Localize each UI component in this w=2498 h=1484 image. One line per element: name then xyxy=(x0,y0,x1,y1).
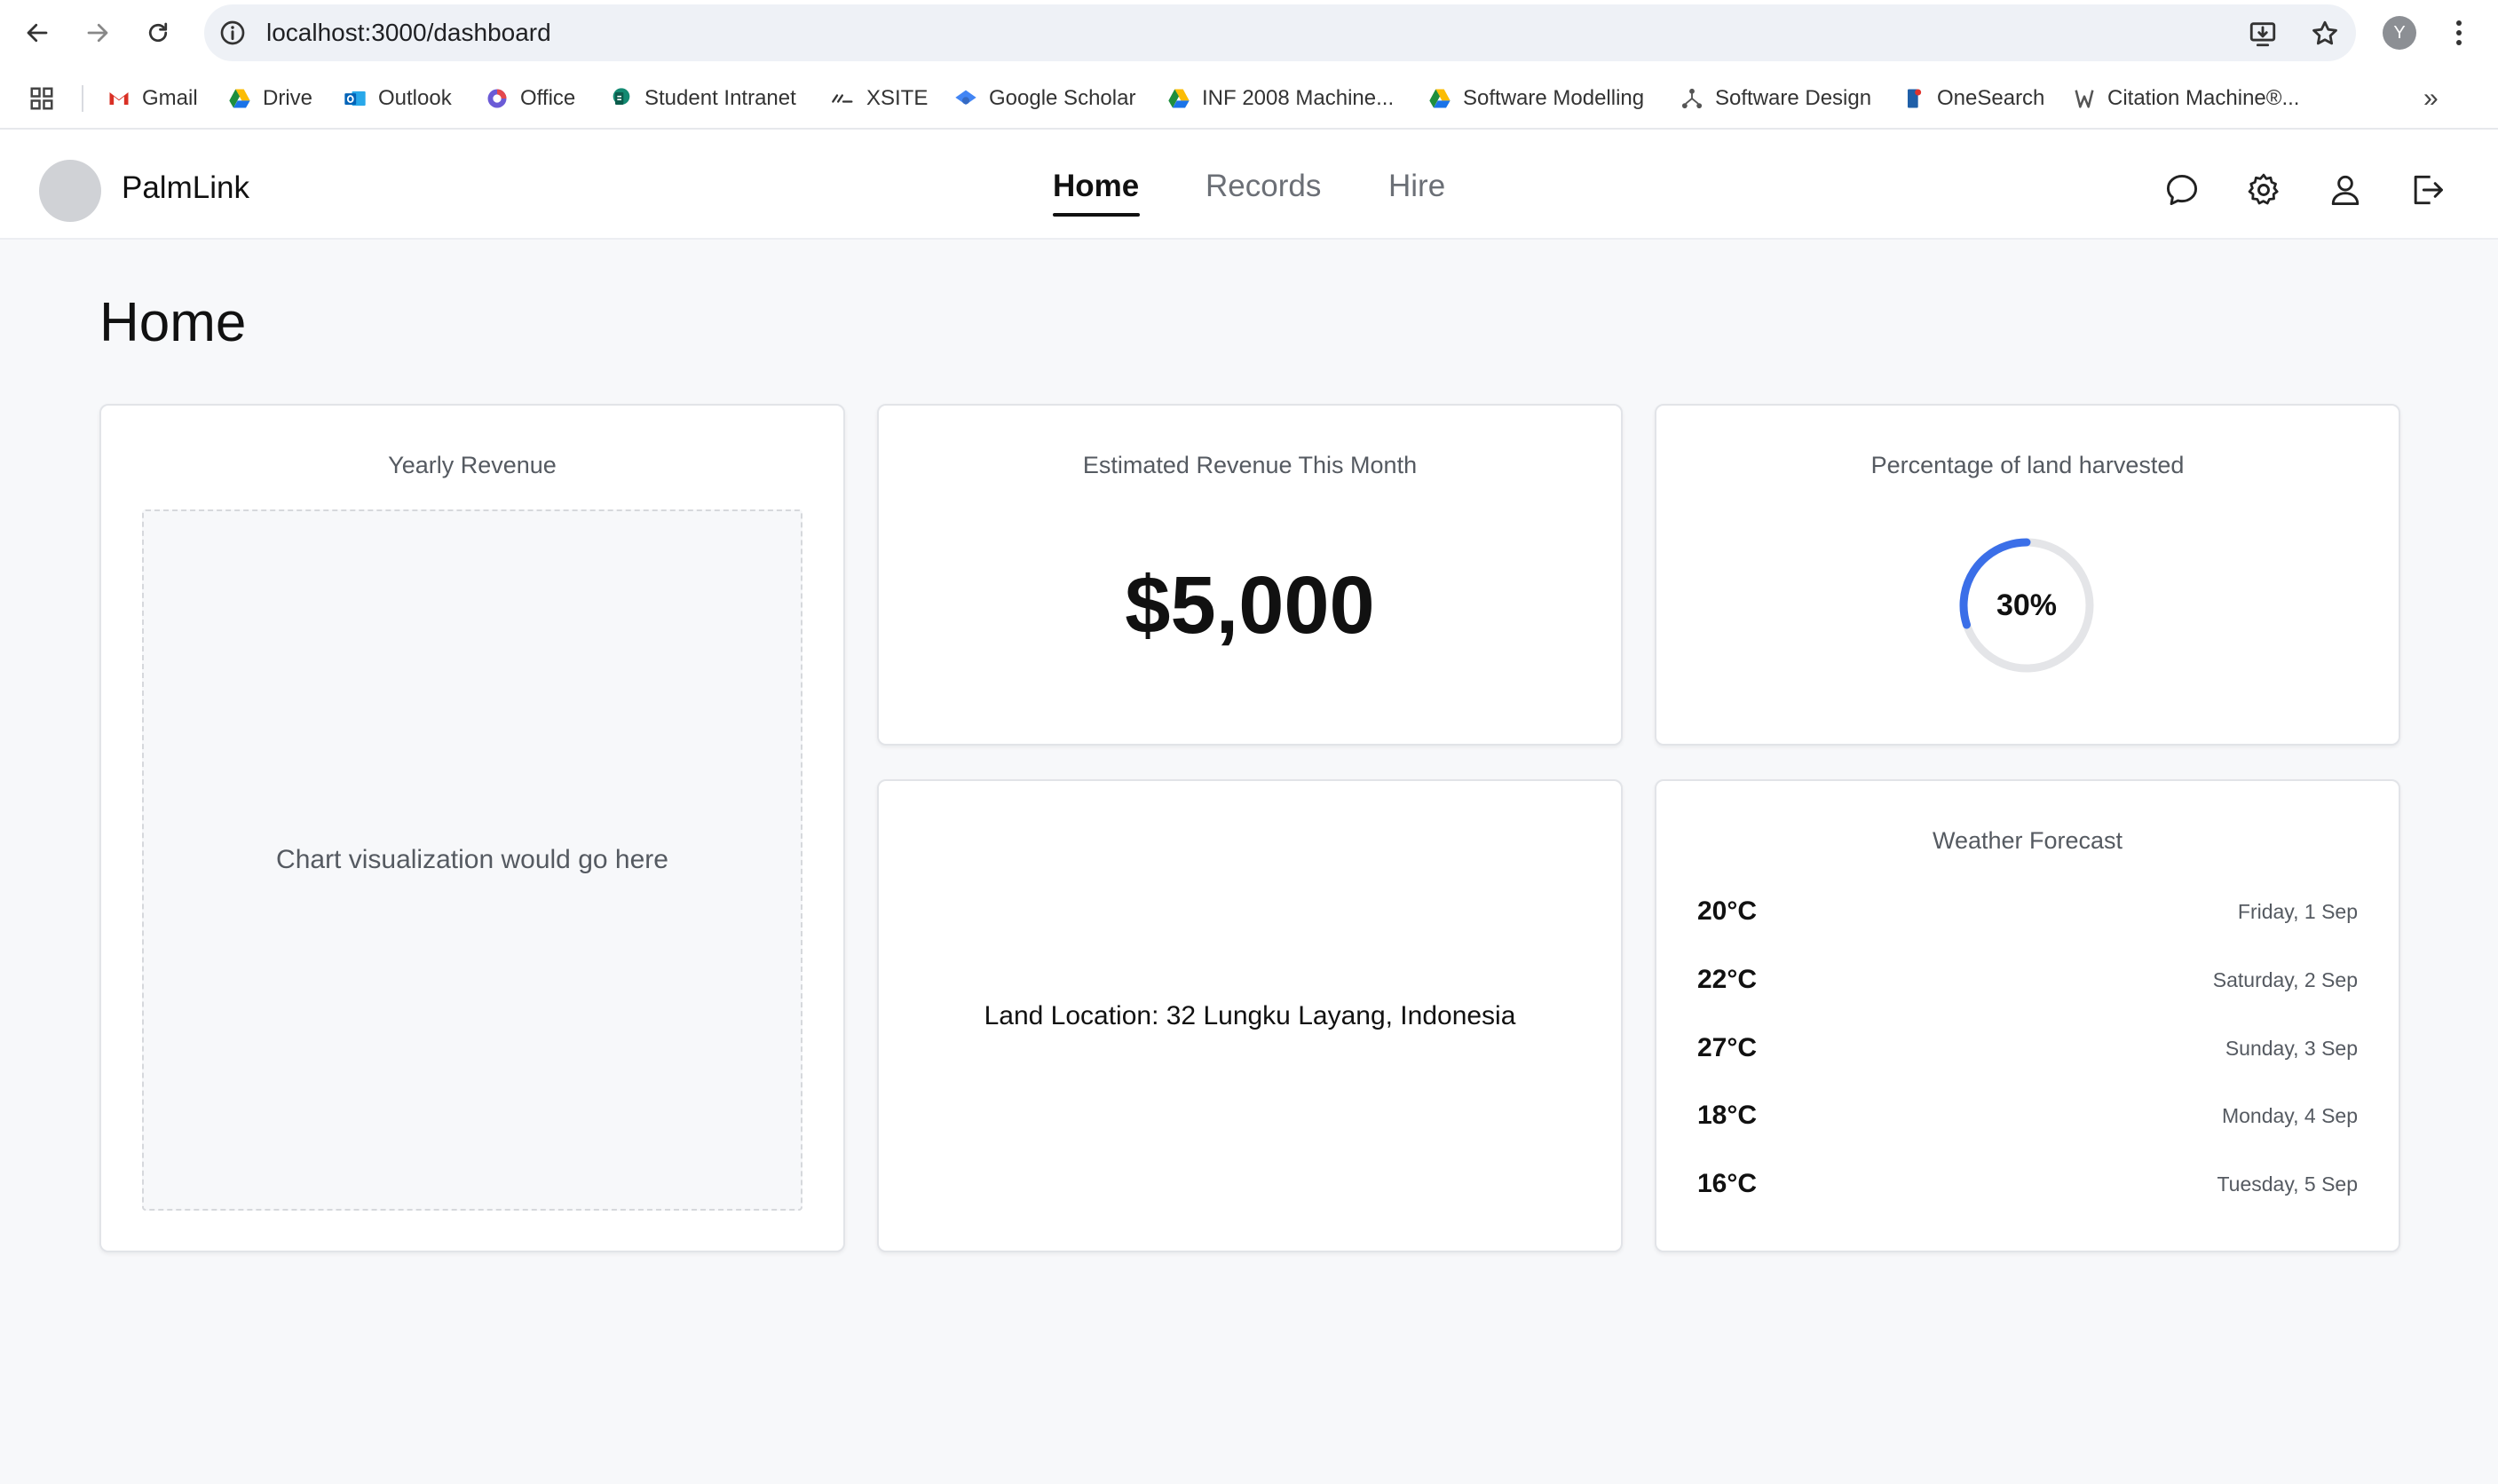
forecast-date: Sunday, 3 Sep xyxy=(2225,1037,2358,1060)
bookmark-citation-machine[interactable]: Citation Machine®... xyxy=(2072,85,2299,112)
bookmark-xsite[interactable]: XSITE xyxy=(831,85,928,112)
active-tab-indicator xyxy=(1053,213,1140,217)
bookmarks-overflow-button[interactable]: » xyxy=(2423,83,2439,114)
office-icon xyxy=(487,89,507,108)
chat-icon xyxy=(2166,174,2198,206)
logo-avatar xyxy=(39,160,101,222)
forecast-date: Friday, 1 Sep xyxy=(2237,900,2358,923)
apps-grid-icon[interactable] xyxy=(28,85,55,112)
yearly-revenue-title: Yearly Revenue xyxy=(388,452,557,478)
forecast-row: 27°C Sunday, 3 Sep xyxy=(1697,1030,2358,1069)
forecast-temp: 20°C xyxy=(1697,896,1758,926)
bookmark-label: XSITE xyxy=(866,86,929,110)
forecast-date: Monday, 4 Sep xyxy=(2221,1104,2358,1127)
reload-icon xyxy=(148,22,168,43)
address-bar[interactable]: localhost:3000/dashboard xyxy=(204,4,2356,61)
bookmark-label: OneSearch xyxy=(1937,86,2045,110)
bookmark-label: Software Design xyxy=(1715,86,1872,110)
bookmark-office[interactable]: Office xyxy=(485,85,575,112)
forecast-row: 22°C Saturday, 2 Sep xyxy=(1697,961,2358,1000)
back-button[interactable] xyxy=(20,15,55,51)
gmail-icon xyxy=(109,92,129,105)
bookmarks-divider xyxy=(82,85,83,112)
weather-forecast-title: Weather Forecast xyxy=(1932,827,2123,854)
bookmark-software-modelling[interactable]: Software Modelling xyxy=(1427,85,1644,112)
chart-placeholder: Chart visualization would go here xyxy=(142,509,802,1211)
forecast-temp: 16°C xyxy=(1697,1169,1758,1198)
install-app-icon[interactable] xyxy=(2248,19,2278,49)
estimated-revenue-value: $5,000 xyxy=(1125,560,1375,651)
bookmark-label: Gmail xyxy=(142,86,198,110)
arrow-right-icon xyxy=(87,23,108,43)
forecast-date: Saturday, 2 Sep xyxy=(2212,968,2358,991)
settings-button[interactable] xyxy=(2244,170,2283,209)
browser-menu-icon[interactable] xyxy=(2450,16,2468,50)
land-harvested-title: Percentage of land harvested xyxy=(1870,452,2185,478)
bookmark-drive[interactable]: Drive xyxy=(227,85,312,112)
bookmark-label: Citation Machine®... xyxy=(2107,86,2300,110)
gear-icon xyxy=(2248,173,2279,205)
forecast-date: Tuesday, 5 Sep xyxy=(2217,1172,2358,1196)
estimated-revenue-title: Estimated Revenue This Month xyxy=(1082,452,1418,478)
bookmark-label: Software Modelling xyxy=(1463,86,1645,110)
citation-icon xyxy=(2075,90,2094,108)
reload-button[interactable] xyxy=(140,15,176,51)
bookmark-outlook[interactable]: Outlook xyxy=(343,85,452,112)
outlook-icon xyxy=(344,91,366,107)
forecast-row: 18°C Monday, 4 Sep xyxy=(1697,1097,2358,1136)
logout-button[interactable] xyxy=(2407,170,2447,209)
bookmark-software-design[interactable]: Software Design xyxy=(1680,85,1871,112)
forecast-temp: 22°C xyxy=(1697,965,1758,994)
bookmark-student-intranet[interactable]: Student Intranet xyxy=(609,85,796,112)
xsite-icon xyxy=(832,94,853,103)
bookmark-inf2008[interactable]: INF 2008 Machine... xyxy=(1166,85,1394,112)
tab-records[interactable]: Records xyxy=(1206,169,1321,204)
bookmark-label: Outlook xyxy=(378,86,452,110)
forecast-temp: 18°C xyxy=(1697,1101,1758,1130)
user-icon xyxy=(2331,175,2360,206)
bookmark-star-icon[interactable] xyxy=(2310,19,2340,49)
app-header: PalmLink Home Records Hire xyxy=(0,130,2498,240)
forward-button[interactable] xyxy=(80,15,115,51)
site-info-icon[interactable] xyxy=(218,19,247,47)
design-icon xyxy=(1681,88,1703,109)
page-title: Home xyxy=(99,292,247,353)
forecast-row: 16°C Tuesday, 5 Sep xyxy=(1697,1165,2358,1204)
bookmark-label: Google Scholar xyxy=(989,86,1136,110)
bookmark-label: Student Intranet xyxy=(644,86,796,110)
chart-placeholder-text: Chart visualization would go here xyxy=(276,845,668,874)
browser-toolbar: localhost:3000/dashboard Y xyxy=(0,0,2498,66)
bookmark-label: Office xyxy=(520,86,576,110)
onesearch-icon xyxy=(1908,89,1922,108)
bookmark-onesearch[interactable]: OneSearch xyxy=(1901,85,2044,112)
bookmarks-bar: Gmail Drive Outlook Office Student Intra… xyxy=(0,66,2498,130)
forecast-temp: 27°C xyxy=(1697,1033,1758,1062)
drive-icon xyxy=(229,89,250,108)
forecast-row: 20°C Friday, 1 Sep xyxy=(1697,893,2358,932)
brand-name: PalmLink xyxy=(122,170,249,205)
bookmark-label: Drive xyxy=(263,86,313,110)
bookmark-gmail[interactable]: Gmail xyxy=(107,85,198,112)
bookmark-google-scholar[interactable]: Google Scholar xyxy=(953,85,1135,112)
drive-icon xyxy=(1168,89,1190,108)
profile-avatar[interactable]: Y xyxy=(2383,16,2416,50)
drive-icon xyxy=(1429,89,1451,108)
intranet-icon xyxy=(613,88,630,105)
arrow-left-icon xyxy=(27,23,48,43)
profile-button[interactable] xyxy=(2326,170,2365,209)
land-location-text: Land Location: 32 Lungku Layang, Indones… xyxy=(984,1001,1516,1030)
logout-icon xyxy=(2414,175,2443,205)
bookmark-label: INF 2008 Machine... xyxy=(1202,86,1395,110)
url-text[interactable]: localhost:3000/dashboard xyxy=(266,19,551,47)
tab-home[interactable]: Home xyxy=(1053,169,1139,204)
scholar-icon xyxy=(955,90,976,105)
tab-hire[interactable]: Hire xyxy=(1388,169,1445,204)
harvest-percentage: 30% xyxy=(1996,588,2058,622)
messages-button[interactable] xyxy=(2162,170,2202,209)
